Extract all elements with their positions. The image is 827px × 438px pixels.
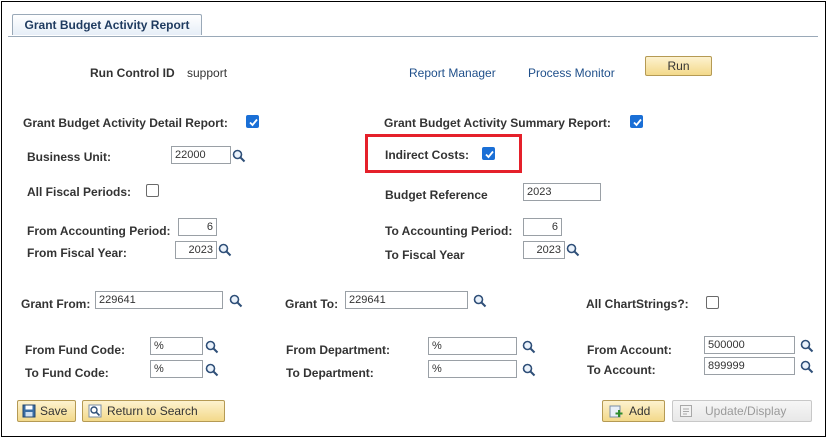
- grant-to-label: Grant To:: [285, 297, 339, 311]
- from-fiscal-year-lookup-icon[interactable]: [218, 243, 232, 257]
- to-fund-code-lookup-icon[interactable]: [205, 363, 219, 377]
- report-manager-link[interactable]: Report Manager: [409, 66, 496, 80]
- to-department-label: To Department:: [286, 366, 374, 380]
- detail-report-label: Grant Budget Activity Detail Report:: [23, 116, 228, 130]
- to-department-lookup-icon[interactable]: [522, 363, 536, 377]
- indirect-costs-label: Indirect Costs:: [385, 148, 470, 162]
- to-account-label: To Account:: [587, 363, 656, 377]
- grant-from-input[interactable]: [95, 291, 223, 309]
- add-button-label: Add: [629, 404, 651, 418]
- business-unit-input[interactable]: [171, 146, 231, 164]
- grant-to-input[interactable]: [345, 291, 468, 309]
- detail-report-checkbox[interactable]: [246, 115, 259, 128]
- update-display-label: Update/Display: [705, 404, 787, 418]
- from-fund-code-input[interactable]: [150, 337, 203, 355]
- all-chartstrings-checkbox[interactable]: [706, 296, 719, 309]
- from-fund-code-lookup-icon[interactable]: [205, 340, 219, 354]
- to-fund-code-label: To Fund Code:: [25, 366, 109, 380]
- save-button[interactable]: Save: [17, 400, 76, 422]
- process-monitor-link[interactable]: Process Monitor: [528, 66, 615, 80]
- save-button-label: Save: [40, 404, 68, 418]
- from-account-input[interactable]: [704, 336, 795, 354]
- grant-from-label: Grant From:: [21, 297, 91, 311]
- add-button[interactable]: Add: [602, 400, 665, 422]
- to-fiscal-year-lookup-icon[interactable]: [566, 243, 580, 257]
- update-display-button[interactable]: Update/Display: [672, 400, 812, 422]
- indirect-costs-checkbox[interactable]: [482, 147, 495, 160]
- business-unit-label: Business Unit:: [27, 150, 112, 164]
- run-control-id-value: support: [187, 66, 228, 80]
- grant-to-lookup-icon[interactable]: [473, 294, 487, 308]
- from-account-label: From Account:: [587, 343, 672, 357]
- summary-report-label: Grant Budget Activity Summary Report:: [384, 116, 611, 130]
- return-to-search-label: Return to Search: [107, 404, 198, 418]
- to-fiscal-year-label: To Fiscal Year: [385, 248, 465, 262]
- update-display-icon: [680, 405, 692, 417]
- run-button[interactable]: Run: [645, 56, 712, 76]
- to-account-input[interactable]: [704, 357, 795, 375]
- all-fiscal-periods-label: All Fiscal Periods:: [27, 185, 132, 199]
- from-department-input[interactable]: [428, 337, 517, 355]
- business-unit-lookup-icon[interactable]: [232, 149, 246, 163]
- add-icon: [609, 405, 623, 418]
- to-department-input[interactable]: [428, 360, 517, 378]
- from-fiscal-year-input[interactable]: [175, 241, 217, 259]
- to-accounting-period-input[interactable]: [523, 218, 562, 236]
- budget-reference-label: Budget Reference: [385, 188, 488, 202]
- save-icon: [22, 404, 36, 418]
- from-accounting-period-label: From Accounting Period:: [27, 224, 171, 238]
- to-fund-code-input[interactable]: [150, 360, 203, 378]
- from-fiscal-year-label: From Fiscal Year:: [27, 246, 127, 260]
- all-fiscal-periods-checkbox[interactable]: [146, 184, 159, 197]
- summary-report-checkbox[interactable]: [630, 115, 643, 128]
- grant-from-lookup-icon[interactable]: [229, 294, 243, 308]
- return-to-search-button[interactable]: Return to Search: [82, 400, 225, 422]
- all-chartstrings-label: All ChartStrings?:: [586, 297, 689, 311]
- tab-strip: [8, 36, 818, 37]
- to-fiscal-year-input[interactable]: [523, 241, 565, 259]
- to-accounting-period-label: To Accounting Period:: [385, 224, 513, 238]
- budget-reference-input[interactable]: [523, 183, 601, 201]
- run-control-id-label: Run Control ID: [90, 66, 175, 80]
- to-account-lookup-icon[interactable]: [800, 360, 814, 374]
- from-department-label: From Department:: [286, 343, 391, 357]
- return-to-search-icon: [88, 404, 102, 418]
- from-department-lookup-icon[interactable]: [522, 340, 536, 354]
- from-accounting-period-input[interactable]: [178, 218, 217, 236]
- tab-grant-budget-activity-report[interactable]: Grant Budget Activity Report: [12, 14, 202, 35]
- from-account-lookup-icon[interactable]: [800, 339, 814, 353]
- from-fund-code-label: From Fund Code:: [25, 343, 125, 357]
